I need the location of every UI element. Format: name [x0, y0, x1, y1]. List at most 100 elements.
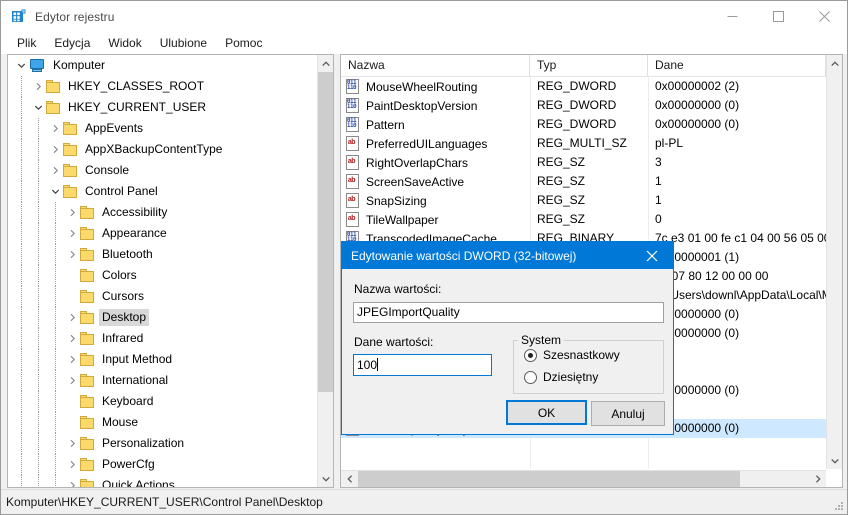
cell-data: 0x00000000 (0)	[655, 117, 740, 131]
folder-icon	[46, 80, 60, 93]
chevron-right-icon[interactable]	[64, 310, 80, 326]
tree-item-mouse[interactable]: Mouse	[8, 412, 318, 433]
minimize-icon[interactable]	[709, 1, 755, 32]
menu-item-plik[interactable]: Plik	[8, 34, 45, 52]
chevron-right-icon[interactable]	[64, 478, 80, 487]
chevron-right-icon[interactable]	[64, 226, 80, 242]
list-horizontal-scrollbar[interactable]	[341, 470, 826, 487]
table-row[interactable]: ab TileWallpaper REG_SZ 0	[341, 210, 826, 229]
tree-item-hkey-classes-root[interactable]: HKEY_CLASSES_ROOT	[8, 76, 318, 97]
tree-item-appearance[interactable]: Appearance	[8, 223, 318, 244]
column-header-dane[interactable]: Dane	[648, 55, 826, 77]
registry-editor-window: Edytor rejestru Plik Edycja Widok Ulubione P…	[0, 0, 848, 515]
menu-item-ulubione[interactable]: Ulubione	[151, 34, 216, 52]
maximize-icon[interactable]	[755, 1, 801, 32]
table-row[interactable]: 011 110 MouseWheelRouting REG_DWORD 0x000000…	[341, 77, 826, 96]
tree-item-input-method[interactable]: Input Method	[8, 349, 318, 370]
tree-item-bluetooth[interactable]: Bluetooth	[8, 244, 318, 265]
tree-item-hkey-current-user[interactable]: HKEY_CURRENT_USER	[8, 97, 318, 118]
chevron-right-icon[interactable]	[64, 373, 80, 389]
close-icon[interactable]	[631, 242, 673, 269]
tree-guide-line	[55, 202, 56, 223]
chevron-right-icon[interactable]	[47, 163, 63, 179]
tree-item-desktop[interactable]: Desktop	[8, 307, 318, 328]
chevron-left-icon[interactable]	[341, 471, 358, 487]
chevron-down-icon[interactable]	[827, 452, 842, 469]
tree-item-label: Personalization	[102, 436, 185, 450]
tree-item-infrared[interactable]: Infrared	[8, 328, 318, 349]
radio-hexadecimal[interactable]: Szesnastkowy	[524, 348, 620, 362]
table-row[interactable]: ab RightOverlapChars REG_SZ 3	[341, 153, 826, 172]
chevron-right-icon[interactable]	[64, 331, 80, 347]
list-vertical-scrollbar[interactable]	[826, 55, 842, 469]
tree-scroll-thumb[interactable]	[318, 72, 333, 392]
tree-item-keyboard[interactable]: Keyboard	[8, 391, 318, 412]
tree-guide-line	[21, 370, 22, 391]
chevron-right-icon[interactable]	[64, 205, 80, 221]
value-data-input[interactable]: 100	[353, 354, 492, 376]
chevron-down-icon[interactable]	[47, 184, 63, 200]
list-hscroll-thumb[interactable]	[358, 471, 740, 487]
chevron-right-icon[interactable]	[64, 247, 80, 263]
tree-item-accessibility[interactable]: Accessibility	[8, 202, 318, 223]
tree-item-cursors[interactable]: Cursors	[8, 286, 318, 307]
chevron-down-icon[interactable]	[318, 470, 333, 487]
cell-name: ab PreferredUILanguages	[341, 134, 530, 153]
resize-grip-icon[interactable]	[833, 500, 844, 511]
cell-data: 0x00000000 (0)	[655, 421, 740, 435]
chevron-right-icon[interactable]	[809, 471, 826, 487]
menu-item-pomoc[interactable]: Pomoc	[216, 34, 271, 52]
close-icon[interactable]	[801, 1, 847, 32]
tree-vertical-scrollbar[interactable]	[317, 55, 333, 487]
value-name-input[interactable]: JPEGImportQuality	[353, 302, 664, 323]
chevron-up-icon[interactable]	[318, 55, 333, 72]
cell-name: 011 110 PaintDesktopVersion	[341, 96, 530, 115]
column-header-typ[interactable]: Typ	[530, 55, 648, 77]
tree-item-colors[interactable]: Colors	[8, 265, 318, 286]
tree-item-quick-actions[interactable]: Quick Actions	[8, 475, 318, 487]
tree-item-label: Quick Actions	[102, 478, 175, 487]
folder-icon	[80, 374, 94, 387]
menu-item-edycja[interactable]: Edycja	[45, 34, 99, 52]
tree-item-powercfg[interactable]: PowerCfg	[8, 454, 318, 475]
tree-item-control-panel[interactable]: Control Panel	[8, 181, 318, 202]
table-row[interactable]: ab ScreenSaveActive REG_SZ 1	[341, 172, 826, 191]
chevron-right-icon[interactable]	[64, 457, 80, 473]
tree-guide-line	[21, 160, 22, 181]
folder-icon	[80, 458, 94, 471]
chevron-down-icon[interactable]	[30, 100, 46, 116]
tree-item-console[interactable]: Console	[8, 160, 318, 181]
radio-decimal[interactable]: Dziesiętny	[524, 370, 598, 384]
cancel-button[interactable]: Anuluj	[591, 401, 665, 426]
menu-item-widok[interactable]: Widok	[99, 34, 150, 52]
table-row[interactable]: ab SnapSizing REG_SZ 1	[341, 191, 826, 210]
tree-guide-line	[21, 265, 22, 286]
tree-item-label: AppEvents	[85, 121, 144, 135]
chevron-up-icon[interactable]	[827, 55, 842, 72]
column-header-nazwa[interactable]: Nazwa	[341, 55, 530, 77]
table-row[interactable]: ab PreferredUILanguages REG_MULTI_SZ pl-PL	[341, 134, 826, 153]
chevron-right-icon[interactable]	[64, 352, 80, 368]
cell-data: 9e 07 80 12 00 00 00	[655, 269, 769, 283]
tree-item-personalization[interactable]: Personalization	[8, 433, 318, 454]
tree-item-appxbackupcontenttype[interactable]: AppXBackupContentType	[8, 139, 318, 160]
tree-item-komputer[interactable]: Komputer	[8, 55, 318, 76]
table-row[interactable]: 011 110 PaintDesktopVersion REG_DWORD 0x0000…	[341, 96, 826, 115]
chevron-down-icon[interactable]	[13, 58, 29, 74]
tree-guide-line	[21, 139, 22, 160]
tree-guide-line	[38, 160, 39, 181]
table-row[interactable]: 011 110 Pattern REG_DWORD 0x00000000 (0)	[341, 115, 826, 134]
cell-data: 0	[655, 212, 662, 226]
dialog-title-bar: Edytowanie wartości DWORD (32-bitowej)	[342, 242, 673, 269]
ok-button[interactable]: OK	[506, 400, 587, 425]
chevron-right-icon[interactable]	[64, 436, 80, 452]
chevron-right-icon[interactable]	[30, 79, 46, 95]
tree-item-appevents[interactable]: AppEvents	[8, 118, 318, 139]
chevron-right-icon[interactable]	[47, 142, 63, 158]
cell-data: 1	[655, 174, 662, 188]
chevron-right-icon[interactable]	[47, 121, 63, 137]
cell-data	[648, 343, 826, 362]
tree-item-international[interactable]: International	[8, 370, 318, 391]
